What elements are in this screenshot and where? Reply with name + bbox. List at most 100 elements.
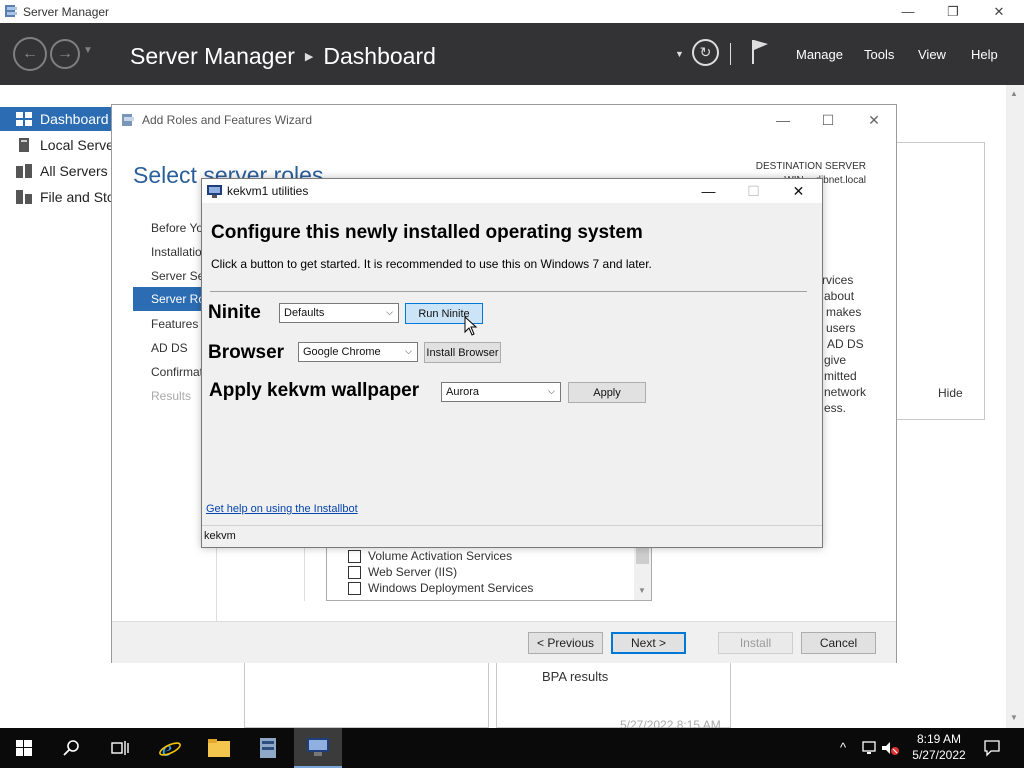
checkbox[interactable] [348,565,361,579]
chevron-down-icon: ⌵ [386,307,393,317]
kekvm-utility-taskbar-button[interactable] [294,728,342,768]
wallpaper-select[interactable]: Aurora ⌵ [441,382,561,402]
scroll-down-icon[interactable]: ▼ [638,586,646,595]
sidebar-item-dashboard[interactable]: Dashboard [0,107,111,131]
step-ad-ds[interactable]: AD DS [151,341,188,355]
refresh-icon[interactable]: ↻ [692,39,719,66]
scroll-up-icon[interactable]: ▲ [1010,89,1018,98]
step-features[interactable]: Features [151,317,198,331]
dashboard-tile [244,662,489,728]
sidebar: Dashboard Local Server All Servers File … [0,107,111,727]
utilities-close-button[interactable]: ✕ [776,179,821,203]
utilities-dialog: kekvm1 utilities — ☐ ✕ Configure this ne… [201,178,823,548]
browser-select[interactable]: Google Chrome ⌵ [298,342,418,362]
search-button[interactable] [48,728,96,768]
wizard-maximize-button[interactable]: ☐ [805,105,851,135]
scroll-thumb[interactable] [636,546,649,564]
kekvm-utility-icon [207,185,222,198]
roles-list: Volume Activation Services Web Server (I… [326,546,652,601]
start-icon [16,740,32,756]
network-icon[interactable] [862,740,878,756]
ninite-label: Ninite [208,302,261,323]
back-button[interactable]: ← [13,37,47,71]
dropdown-icon[interactable]: ▼ [675,49,684,59]
utilities-titlebar: kekvm1 utilities — ☐ ✕ [202,179,822,203]
history-dropdown-icon[interactable]: ▼ [83,45,93,56]
browser-select-value: Google Chrome [303,346,381,358]
server-manager-taskbar-button[interactable] [244,728,292,768]
wizard-close-button[interactable]: ✕ [851,105,897,135]
restore-button[interactable]: ❐ [930,0,976,23]
volume-muted-icon[interactable] [881,740,899,756]
hide-link[interactable]: Hide [938,386,963,400]
destination-server-label: DESTINATION SERVER [755,161,866,172]
file-explorer-button[interactable] [195,728,243,768]
sidebar-item-all-servers[interactable]: All Servers [0,159,111,183]
server-manager-icon [260,738,276,758]
show-hidden-icons-icon[interactable]: ^ [840,740,846,755]
sidebar-item-local-server[interactable]: Local Server [0,133,111,157]
wizard-footer: < Previous Next > Install Cancel [112,621,896,663]
local-server-icon [19,138,29,152]
sidebar-item-file-storage[interactable]: File and Storage Services [0,185,111,209]
file-explorer-icon [208,739,230,757]
clock-date: 5/27/2022 [912,748,966,762]
menu-manage[interactable]: Manage [796,47,843,62]
next-button[interactable]: Next > [611,632,686,654]
utilities-subtitle: Click a button to get started. It is rec… [211,257,652,271]
breadcrumb-separator-icon: ▶ [304,51,314,63]
utilities-minimize-button[interactable]: — [686,179,731,203]
description-line: makes [826,305,862,319]
roles-scrollbar[interactable]: ▼ [634,546,651,600]
step-results: Results [151,389,192,403]
help-link[interactable]: Get help on using the Installbot [206,503,358,515]
description-line: AD DS [827,337,864,351]
server-manager-titlebar: Server Manager — ❐ ✕ [0,0,1024,23]
minimize-button[interactable]: — [885,0,931,23]
internet-explorer-button[interactable]: e [146,728,194,768]
page-scrollbar[interactable]: ▲ ▼ [1006,85,1024,728]
breadcrumb: Server Manager ▶ Dashboard [130,43,436,70]
cancel-button[interactable]: Cancel [801,632,876,654]
checkbox[interactable] [348,581,361,595]
forward-button[interactable]: → [50,39,80,69]
chevron-down-icon: ⌵ [405,346,412,356]
wizard-minimize-button[interactable]: — [760,105,806,135]
apply-wallpaper-button[interactable]: Apply [568,382,646,403]
install-button: Install [718,632,793,654]
close-button[interactable]: ✕ [976,0,1022,23]
bpa-results-label[interactable]: BPA results [542,669,608,684]
role-item-volume-activation[interactable]: Volume Activation Services [348,549,512,563]
role-label: Volume Activation Services [368,549,513,563]
role-label: Web Server (IIS) [368,565,458,579]
description-line: ess. [824,401,847,415]
menu-view[interactable]: View [918,47,946,62]
breadcrumb-page: Dashboard [323,43,436,69]
description-line: give [824,353,847,367]
description-line: rvices [822,273,854,287]
divider [730,43,731,65]
search-icon [63,740,79,756]
install-browser-button[interactable]: Install Browser [424,342,501,363]
server-manager-header: ← → ▼ Server Manager ▶ Dashboard ▼ ↻ Man… [0,23,1024,85]
mouse-cursor-icon [464,316,478,336]
checkbox[interactable] [348,549,361,563]
breadcrumb-app: Server Manager [130,43,295,69]
previous-button[interactable]: < Previous [528,632,603,654]
sidebar-item-label: All Servers [40,163,108,179]
role-item-windows-deployment[interactable]: Windows Deployment Services [348,581,533,595]
start-button[interactable] [0,728,48,768]
ninite-select-value: Defaults [284,307,325,319]
menu-help[interactable]: Help [971,47,998,62]
ninite-select[interactable]: Defaults ⌵ [279,303,399,323]
menu-tools[interactable]: Tools [864,47,894,62]
chevron-down-icon: ⌵ [548,386,555,396]
action-center-icon[interactable] [983,739,1001,757]
dashboard-icon [16,112,32,126]
role-item-web-server[interactable]: Web Server (IIS) [348,565,457,579]
task-view-button[interactable] [96,728,144,768]
clock[interactable]: 8:19 AM 5/27/2022 [900,731,978,763]
welcome-panel [895,142,985,420]
notifications-flag-icon[interactable] [750,38,770,66]
scroll-down-icon[interactable]: ▼ [1010,713,1018,722]
